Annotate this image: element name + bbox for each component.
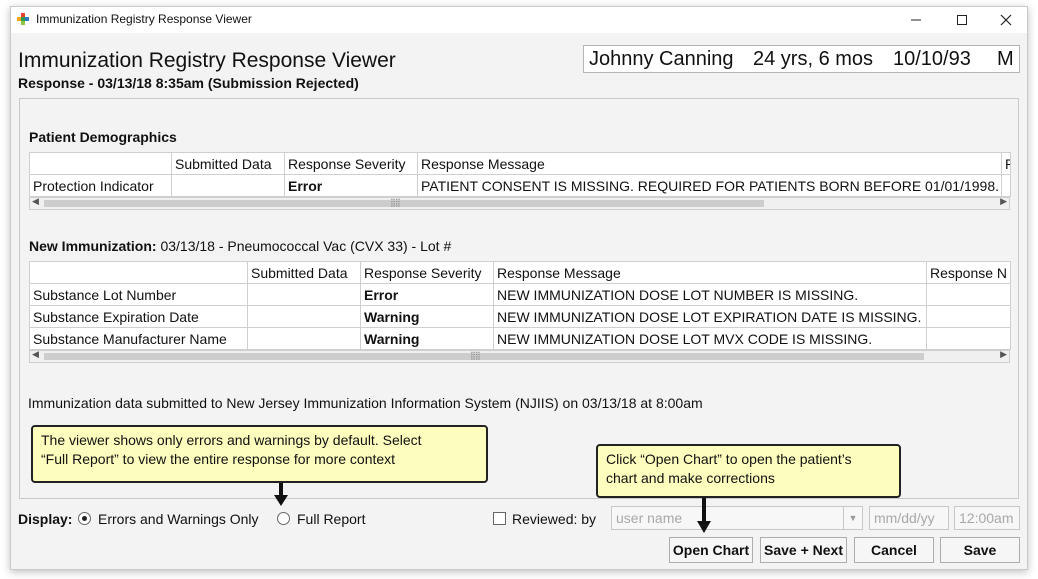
extra-cell bbox=[1001, 174, 1011, 197]
callout-text: “Full Report” to view the entire respons… bbox=[41, 451, 396, 467]
window-title: Immunization Registry Response Viewer bbox=[36, 12, 252, 26]
table-row[interactable]: Substance Lot Number Error NEW IMMUNIZAT… bbox=[29, 283, 1011, 306]
callout-text: chart and make corrections bbox=[606, 470, 775, 486]
field-name: Substance Lot Number bbox=[29, 283, 248, 306]
demographics-hscrollbar[interactable]: ◀ ⣿⣿ ▶ bbox=[29, 196, 1010, 210]
table-header-row: Submitted Data Response Severity Respons… bbox=[29, 261, 1011, 284]
submission-note: Immunization data submitted to New Jerse… bbox=[28, 395, 703, 411]
user-placeholder: user name bbox=[616, 510, 683, 526]
column-header[interactable]: Response Message bbox=[493, 261, 927, 284]
maximize-button[interactable] bbox=[939, 7, 985, 33]
table-header-row: Submitted Data Response Severity Respons… bbox=[29, 152, 1011, 175]
minimize-icon bbox=[911, 19, 921, 21]
severity-cell: Warning bbox=[360, 305, 494, 328]
scroll-thumb[interactable] bbox=[44, 200, 764, 207]
message-cell: NEW IMMUNIZATION DOSE LOT NUMBER IS MISS… bbox=[493, 283, 927, 306]
page-title: Immunization Registry Response Viewer bbox=[18, 49, 396, 72]
submitted-data bbox=[247, 283, 361, 306]
table-row[interactable]: Protection Indicator Error PATIENT CONSE… bbox=[29, 174, 1011, 197]
column-header[interactable] bbox=[29, 152, 172, 175]
scroll-right-icon[interactable]: ▶ bbox=[1000, 196, 1007, 207]
close-button[interactable] bbox=[983, 7, 1029, 33]
patient-name: Johnny Canning bbox=[589, 48, 734, 70]
column-header[interactable]: Submitted Data bbox=[171, 152, 285, 175]
extra-cell bbox=[926, 305, 1011, 328]
submitted-data bbox=[247, 327, 361, 350]
viewer-window: Immunization Registry Response Viewer Im… bbox=[10, 6, 1028, 570]
grip-icon: ⣿⣿ bbox=[390, 198, 401, 207]
scroll-left-icon[interactable]: ◀ bbox=[32, 349, 39, 360]
display-label: Display: bbox=[18, 511, 73, 527]
patient-age: 24 yrs, 6 mos bbox=[753, 48, 874, 70]
message-cell: NEW IMMUNIZATION DOSE LOT MVX CODE IS MI… bbox=[493, 327, 927, 350]
callout-display-hint: The viewer shows only errors and warning… bbox=[31, 425, 488, 483]
severity-cell: Error bbox=[360, 283, 494, 306]
app-plus-icon bbox=[17, 13, 29, 25]
column-header[interactable] bbox=[29, 261, 248, 284]
save-next-button[interactable]: Save + Next bbox=[760, 537, 847, 563]
immunization-title: New Immunization: 03/13/18 - Pneumococca… bbox=[29, 238, 452, 254]
demographics-title: Patient Demographics bbox=[29, 129, 177, 145]
callout-text: Click “Open Chart” to open the patient’s bbox=[606, 451, 852, 467]
extra-cell bbox=[926, 283, 1011, 306]
reviewer-user-dropdown[interactable]: user name ▼ bbox=[611, 506, 863, 530]
submitted-data bbox=[247, 305, 361, 328]
table-row[interactable]: Substance Expiration Date Warning NEW IM… bbox=[29, 305, 1011, 328]
scroll-right-icon[interactable]: ▶ bbox=[1000, 349, 1007, 360]
callout-open-chart-hint: Click “Open Chart” to open the patient’s… bbox=[596, 444, 901, 498]
callout-text: The viewer shows only errors and warning… bbox=[41, 432, 422, 448]
close-icon bbox=[1000, 14, 1012, 26]
column-header[interactable]: Response N bbox=[926, 261, 1011, 284]
column-header[interactable]: Response Severity bbox=[360, 261, 494, 284]
message-cell: NEW IMMUNIZATION DOSE LOT EXPIRATION DAT… bbox=[493, 305, 927, 328]
patient-dob: 10/10/93 bbox=[893, 48, 971, 70]
grip-icon: ⣿⣿ bbox=[470, 351, 481, 360]
extra-cell bbox=[926, 327, 1011, 350]
date-placeholder: mm/dd/yy bbox=[874, 510, 935, 526]
immunization-hscrollbar[interactable]: ◀ ⣿⣿ ▶ bbox=[29, 349, 1010, 363]
open-chart-button[interactable]: Open Chart bbox=[669, 537, 753, 563]
submitted-data bbox=[171, 174, 285, 197]
radio-errors-warnings[interactable] bbox=[78, 512, 91, 525]
review-time-field[interactable]: 12:00am bbox=[954, 506, 1020, 530]
severity-cell: Warning bbox=[360, 327, 494, 350]
column-header[interactable]: R bbox=[1001, 152, 1011, 175]
patient-sex: M bbox=[997, 48, 1014, 70]
column-header[interactable]: Response Message bbox=[417, 152, 1002, 175]
maximize-icon bbox=[957, 15, 967, 25]
scroll-left-icon[interactable]: ◀ bbox=[32, 196, 39, 207]
demographics-table: Submitted Data Response Severity Respons… bbox=[29, 152, 1011, 197]
cancel-button[interactable]: Cancel bbox=[854, 537, 934, 563]
column-header[interactable]: Submitted Data bbox=[247, 261, 361, 284]
scroll-thumb[interactable] bbox=[44, 353, 924, 360]
time-placeholder: 12:00am bbox=[959, 510, 1014, 526]
chevron-down-icon[interactable]: ▼ bbox=[843, 507, 862, 529]
field-name: Protection Indicator bbox=[29, 174, 172, 197]
review-date-field[interactable]: mm/dd/yy bbox=[869, 506, 949, 530]
field-name: Substance Manufacturer Name bbox=[29, 327, 248, 350]
save-button[interactable]: Save bbox=[940, 537, 1020, 563]
field-name: Substance Expiration Date bbox=[29, 305, 248, 328]
arrow-down-icon bbox=[697, 498, 711, 533]
minimize-button[interactable] bbox=[893, 7, 939, 33]
radio-full-report[interactable] bbox=[277, 512, 290, 525]
arrow-down-icon bbox=[274, 483, 288, 506]
table-row[interactable]: Substance Manufacturer Name Warning NEW … bbox=[29, 327, 1011, 350]
reviewed-checkbox[interactable] bbox=[493, 512, 506, 525]
patient-banner: Johnny Canning 24 yrs, 6 mos 10/10/93 M bbox=[583, 45, 1020, 73]
message-cell: PATIENT CONSENT IS MISSING. REQUIRED FOR… bbox=[417, 174, 1002, 197]
option-full-label[interactable]: Full Report bbox=[297, 511, 365, 527]
immunization-table: Submitted Data Response Severity Respons… bbox=[29, 261, 1011, 350]
title-bar: Immunization Registry Response Viewer bbox=[11, 7, 1027, 33]
option-errors-label[interactable]: Errors and Warnings Only bbox=[98, 511, 259, 527]
response-subtitle: Response - 03/13/18 8:35am (Submission R… bbox=[18, 75, 359, 91]
column-header[interactable]: Response Severity bbox=[284, 152, 418, 175]
reviewed-label: Reviewed: by bbox=[512, 511, 597, 527]
severity-cell: Error bbox=[284, 174, 418, 197]
